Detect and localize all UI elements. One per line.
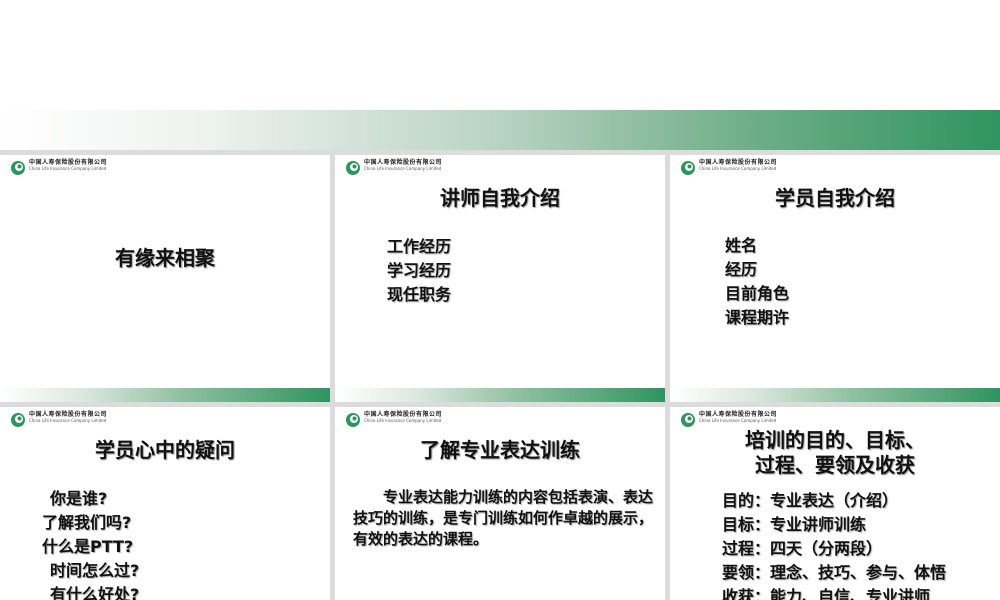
list-item: 课程期许 — [725, 308, 790, 327]
slide-title: 讲师自我介绍 — [440, 186, 560, 210]
slide-paragraph: 专业表达能力训练的内容包括表演、表达技巧的训练，是专门训练如何作卓越的展示，有效… — [353, 488, 654, 548]
company-logo: 中国人寿保险股份有限公司 China Life Insurance Compan… — [10, 412, 107, 430]
slide-6[interactable]: 中国人寿保险股份有限公司 China Life Insurance Compan… — [670, 407, 1000, 600]
china-life-logo-icon — [11, 413, 25, 427]
slide-1[interactable]: 中国人寿保险股份有限公司 China Life Insurance Compan… — [0, 155, 330, 402]
slide-3[interactable]: 中国人寿保险股份有限公司 China Life Insurance Compan… — [670, 155, 1000, 402]
list-item: 过程：四天（分两段） — [722, 539, 883, 558]
logo-company-en: China Life Insurance Company Limited — [29, 418, 107, 423]
logo-company-en: China Life Insurance Company Limited — [699, 418, 777, 423]
slide-title: 了解专业表达训练 — [420, 438, 580, 462]
logo-company-en: China Life Insurance Company Limited — [699, 166, 777, 171]
list-item: 目的：专业表达（介绍） — [722, 491, 899, 510]
list-item: 经历 — [725, 260, 758, 279]
list-item: 了解我们吗? — [42, 513, 132, 532]
header-gradient-band — [0, 110, 1000, 150]
list-item: 收获：能力、自信、专业讲师 — [722, 587, 931, 600]
logo-company-en: China Life Insurance Company Limited — [29, 166, 107, 171]
list-item: 你是谁? — [50, 489, 108, 508]
list-item: 姓名 — [725, 236, 758, 255]
list-item: 有什么好处? — [50, 585, 140, 600]
china-life-logo-icon — [681, 161, 695, 175]
slide-5[interactable]: 中国人寿保险股份有限公司 China Life Insurance Compan… — [335, 407, 665, 600]
company-logo: 中国人寿保险股份有限公司 China Life Insurance Compan… — [10, 160, 107, 178]
china-life-logo-icon — [346, 161, 360, 175]
list-item: 目前角色 — [725, 284, 790, 303]
slide-title-line-1: 培训的目的、目标、 — [745, 428, 925, 452]
slide-title: 有缘来相聚 — [115, 246, 215, 270]
slide-footer-stripe — [0, 388, 330, 402]
logo-company-en: China Life Insurance Company Limited — [364, 418, 442, 423]
china-life-logo-icon — [681, 413, 695, 427]
company-logo: 中国人寿保险股份有限公司 China Life Insurance Compan… — [345, 412, 442, 430]
logo-company-en: China Life Insurance Company Limited — [364, 166, 442, 171]
china-life-logo-icon — [11, 161, 25, 175]
company-logo: 中国人寿保险股份有限公司 China Life Insurance Compan… — [345, 160, 442, 178]
list-item: 时间怎么过? — [50, 561, 140, 580]
company-logo: 中国人寿保险股份有限公司 China Life Insurance Compan… — [680, 160, 777, 178]
list-item: 工作经历 — [387, 237, 452, 256]
slide-title: 学员自我介绍 — [775, 186, 895, 210]
list-item: 学习经历 — [387, 261, 452, 280]
slide-footer-stripe — [670, 388, 1000, 402]
list-item: 目标：专业讲师训练 — [722, 515, 867, 534]
slide-footer-stripe — [335, 388, 665, 402]
slide-2[interactable]: 中国人寿保险股份有限公司 China Life Insurance Compan… — [335, 155, 665, 402]
slide-title-line-2: 过程、要领及收获 — [755, 453, 915, 477]
slide-4[interactable]: 中国人寿保险股份有限公司 China Life Insurance Compan… — [0, 407, 330, 600]
china-life-logo-icon — [346, 413, 360, 427]
list-item: 什么是PTT? — [42, 537, 134, 556]
list-item: 现任职务 — [387, 285, 452, 304]
slide-title: 学员心中的疑问 — [95, 438, 235, 462]
list-item: 要领：理念、技巧、参与、体悟 — [722, 563, 947, 582]
